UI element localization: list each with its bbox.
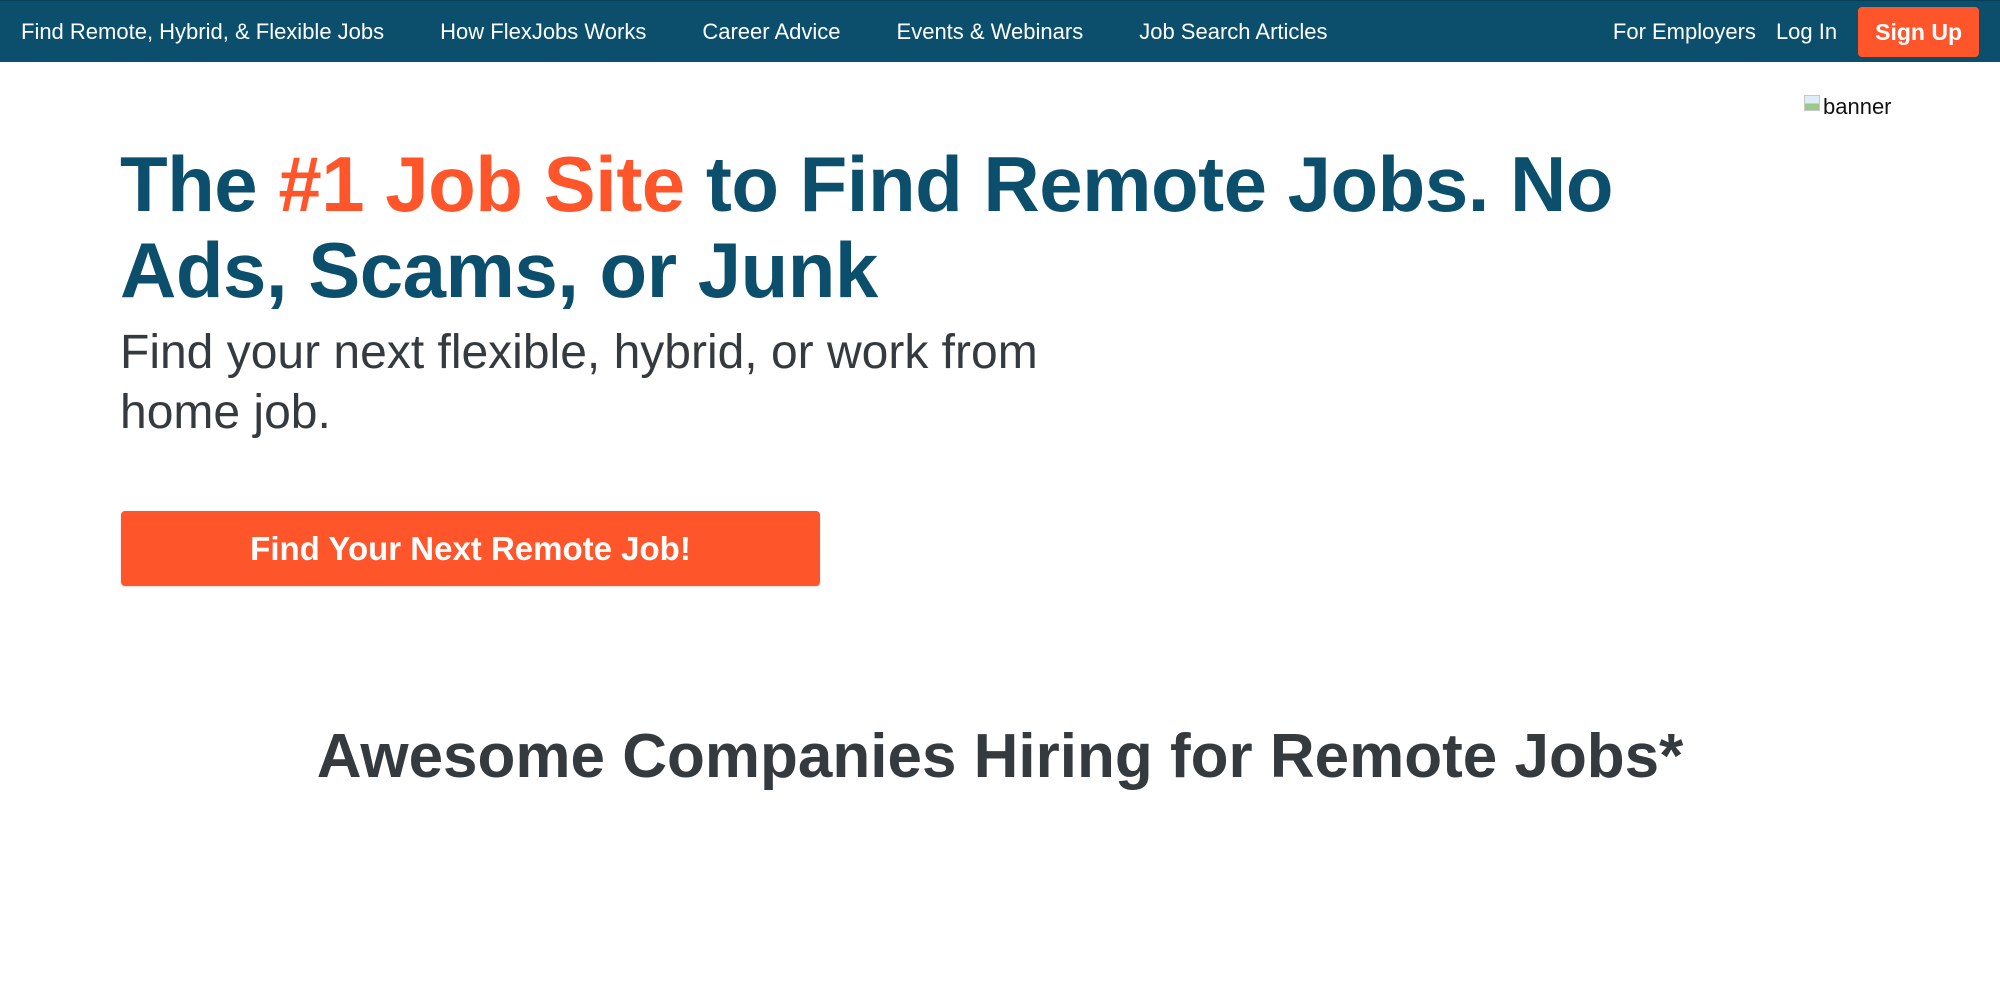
nav-link-events-webinars[interactable]: Events & Webinars — [897, 19, 1084, 45]
top-navigation-bar: Find Remote, Hybrid, & Flexible Jobs How… — [0, 0, 2000, 62]
broken-image-icon — [1804, 95, 1820, 111]
nav-link-career-advice[interactable]: Career Advice — [702, 19, 840, 45]
nav-link-how-it-works[interactable]: How FlexJobs Works — [440, 19, 646, 45]
companies-heading: Awesome Companies Hiring for Remote Jobs… — [316, 722, 1684, 791]
nav-link-find-jobs[interactable]: Find Remote, Hybrid, & Flexible Jobs — [21, 19, 384, 45]
hero-title: The #1 Job Site to Find Remote Jobs. No … — [120, 141, 1680, 313]
account-nav: For Employers Log In Sign Up — [1613, 1, 1979, 63]
nav-link-job-search-articles[interactable]: Job Search Articles — [1139, 19, 1327, 45]
hero-subtitle: Find your next flexible, hybrid, or work… — [120, 326, 1038, 439]
banner-alt-text: banner — [1823, 94, 1892, 119]
for-employers-link[interactable]: For Employers — [1613, 19, 1756, 45]
login-link[interactable]: Log In — [1776, 19, 1837, 45]
hero-title-accent: #1 Job Site — [278, 140, 685, 228]
hero-title-start: The — [120, 140, 279, 228]
banner-image: banner — [1804, 93, 1892, 121]
find-remote-job-button[interactable]: Find Your Next Remote Job! — [121, 511, 820, 586]
signup-button[interactable]: Sign Up — [1858, 7, 1979, 57]
primary-nav: Find Remote, Hybrid, & Flexible Jobs How… — [21, 1, 1384, 63]
